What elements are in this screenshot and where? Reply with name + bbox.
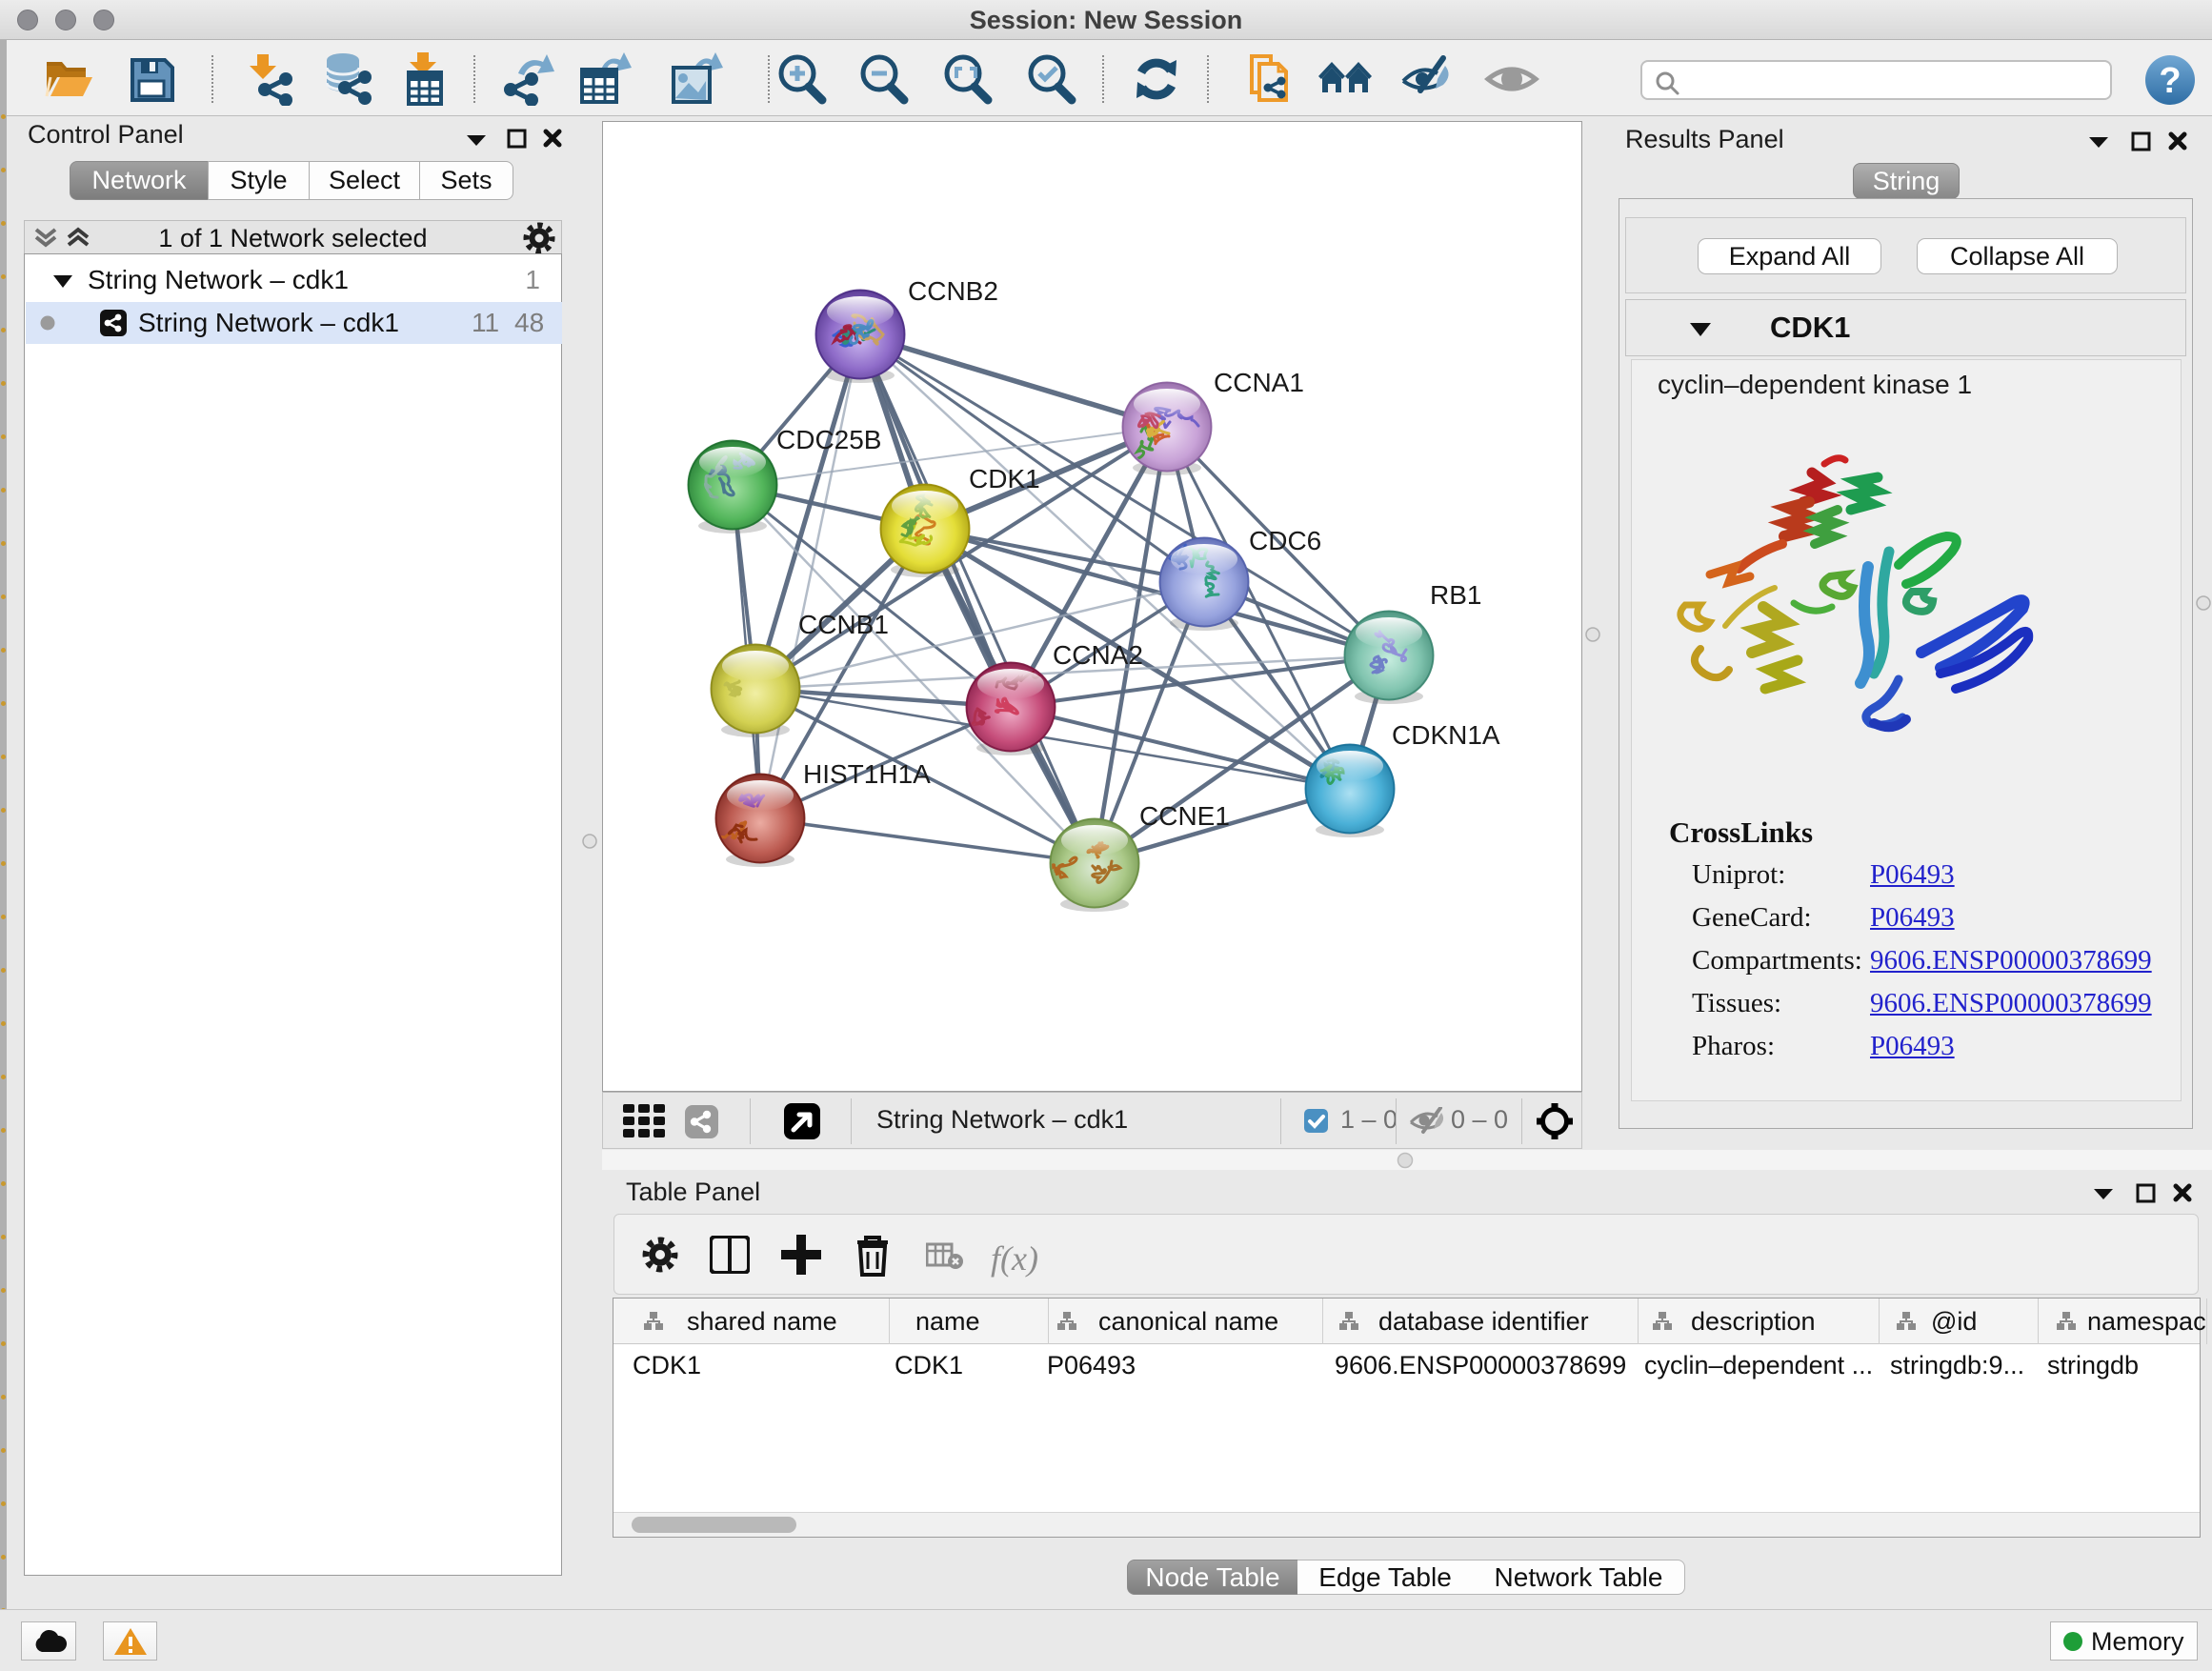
svg-text:CDK1: CDK1 (969, 464, 1040, 493)
svg-text:CCNA2: CCNA2 (1053, 640, 1143, 670)
svg-text:?: ? (2159, 61, 2181, 101)
svg-text:CCNB1: CCNB1 (798, 610, 889, 639)
svg-text:CCNA1: CCNA1 (1214, 368, 1304, 397)
svg-text:HIST1H1A: HIST1H1A (803, 759, 931, 789)
svg-text:CDC6: CDC6 (1249, 526, 1321, 555)
svg-text:RB1: RB1 (1430, 580, 1481, 610)
svg-text:CCNE1: CCNE1 (1139, 801, 1230, 831)
svg-text:CDC25B: CDC25B (776, 425, 881, 454)
svg-text:CDKN1A: CDKN1A (1392, 720, 1500, 750)
svg-text:CCNB2: CCNB2 (908, 276, 998, 306)
